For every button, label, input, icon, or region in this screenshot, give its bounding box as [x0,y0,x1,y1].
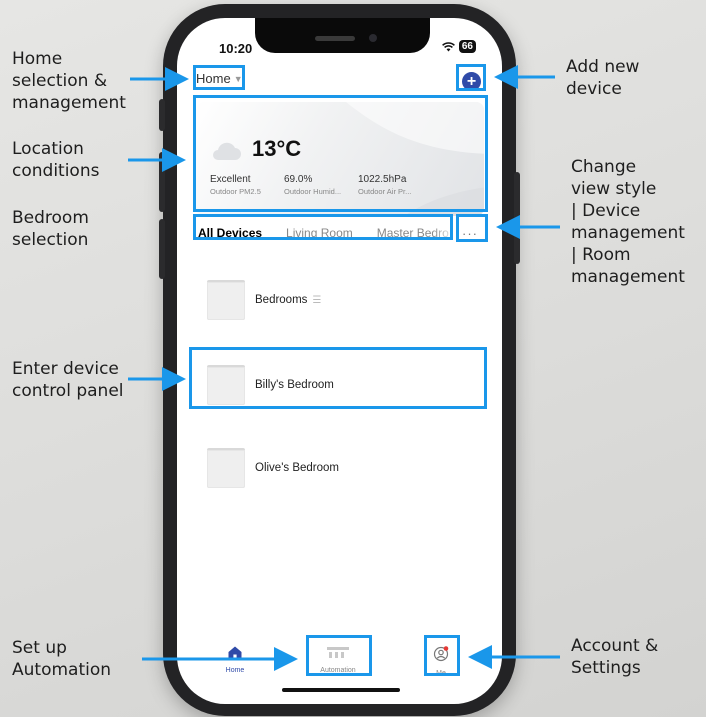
highlight-me-tab [424,635,460,676]
highlight-more-button [456,214,488,242]
home-icon [228,646,242,659]
highlight-weather-card [193,95,488,212]
device-thumbnail [207,280,245,320]
callout-home-selection: Home selection & management [12,49,126,113]
volume-down-button [159,219,165,279]
volume-up-button [159,152,165,212]
device-item[interactable]: Olive's Bedroom [207,448,339,488]
tabbar-home-label: Home [225,667,245,674]
notch [255,18,430,53]
highlight-automation-tab [306,635,372,676]
device-name: Olive's Bedroom [255,462,340,474]
highlight-device-row [189,347,487,409]
callout-account-settings: Account & Settings [571,636,659,678]
device-name: Bedrooms [255,294,308,306]
drag-handle-icon[interactable]: ☰ [312,295,321,306]
highlight-room-tabs [193,214,453,240]
highlight-add-device [456,64,486,91]
callout-change-view-style: Change view style | Device management | … [571,157,685,287]
highlight-home-selector [193,65,245,90]
camera [369,34,377,42]
home-indicator [282,688,400,692]
callout-enter-device-panel: Enter device control panel [12,359,124,401]
speaker [315,36,355,41]
mute-switch [159,99,165,131]
battery-indicator: 66 [458,40,476,53]
wifi-icon [441,41,455,51]
device-thumbnail [207,448,245,488]
status-time: 10:20 [219,41,253,56]
status-icons: 66 [441,40,476,53]
callout-location-conditions: Location conditions [12,139,100,181]
callout-add-new-device: Add new device [566,57,640,99]
callout-bedroom-selection: Bedroom selection [12,208,89,250]
power-button [514,172,520,264]
callout-setup-automation: Set up Automation [12,638,112,680]
device-item[interactable]: Bedrooms ☰ [207,280,321,320]
tabbar-home[interactable]: Home [205,646,265,674]
